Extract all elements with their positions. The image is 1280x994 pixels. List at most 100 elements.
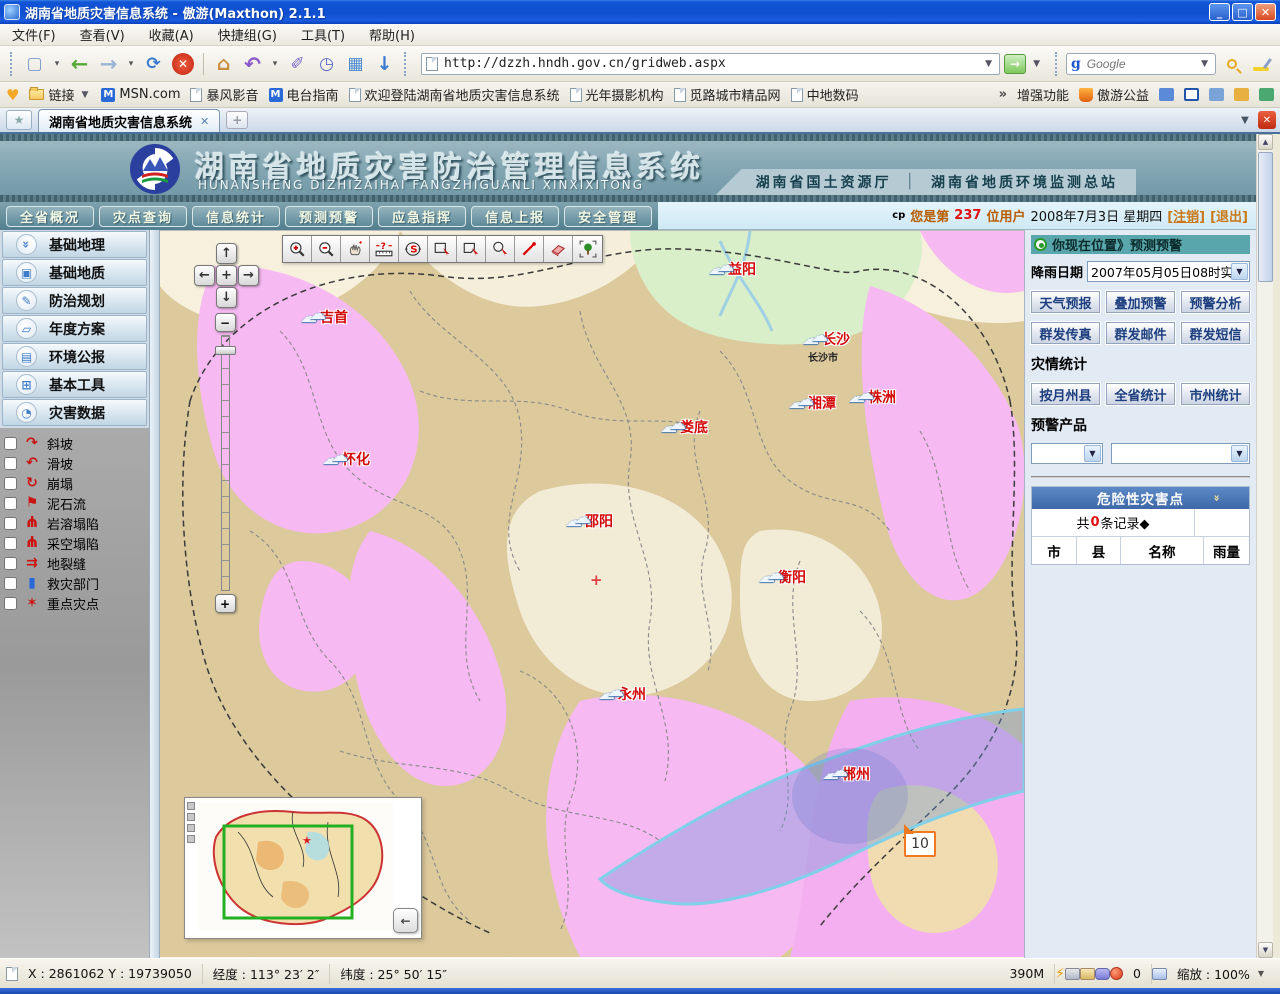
mass-email-button[interactable]: 群发邮件 (1106, 322, 1175, 344)
bookmark-item[interactable]: M电台指南 (269, 85, 339, 104)
new-tab-button[interactable]: + (226, 111, 248, 129)
zoom-track[interactable] (221, 335, 230, 591)
history-clock-icon[interactable]: ◷ (313, 50, 340, 77)
nav-tab-forecast[interactable]: 预测预警 (285, 206, 373, 227)
maximize-button[interactable]: □ (1232, 3, 1253, 21)
pen-plugin-icon[interactable] (1234, 88, 1249, 101)
city-stats-button[interactable]: 市州统计 (1181, 383, 1250, 405)
filter-icon[interactable] (1095, 968, 1110, 980)
history-dropdown-icon[interactable]: ▾ (124, 50, 138, 77)
select-polygon-icon[interactable] (457, 236, 486, 262)
go-button[interactable]: → (1004, 54, 1026, 74)
warning-analysis-button[interactable]: 预警分析 (1181, 291, 1250, 313)
sidebar-item-base-geography[interactable]: »基础地理 (2, 231, 147, 258)
measure-icon[interactable]: ? (370, 236, 399, 262)
city-marker-zhuzhou[interactable]: ☁☁株洲 (848, 387, 896, 407)
menu-groups[interactable]: 快捷组(G) (206, 23, 289, 46)
chevron-down-icon[interactable]: ▼ (1231, 445, 1248, 462)
search-icon[interactable] (1218, 50, 1245, 77)
nav-tab-overview[interactable]: 全省概况 (6, 206, 94, 227)
layer-collapse-checkbox[interactable] (4, 477, 17, 490)
layer-landslide[interactable]: ↶滑坡 (4, 453, 149, 473)
new-page-dropdown-icon[interactable]: ▾ (50, 50, 64, 77)
address-dropdown-icon[interactable]: ▼ (982, 59, 995, 69)
proxy-icon[interactable] (1065, 968, 1080, 980)
rain-date-select[interactable]: 2007年05月05日08时实况▼ (1087, 261, 1250, 282)
addon-charity[interactable]: 傲游公益 (1079, 85, 1149, 104)
pan-center-button[interactable]: + (216, 265, 237, 286)
nav-tab-query[interactable]: 灾点查询 (99, 206, 187, 227)
favorites-heart-icon[interactable]: ♥ (6, 86, 19, 104)
window-tiles-icon[interactable]: ▦ (342, 50, 369, 77)
addon-enhance[interactable]: 增强功能 (1017, 85, 1069, 104)
skin-plugin-icon[interactable] (1259, 88, 1274, 101)
link-geo-monitoring[interactable]: 湖南省地质环境监测总站 (931, 172, 1118, 192)
zoom-out-icon[interactable] (312, 236, 341, 262)
link-land-resources[interactable]: 湖南省国土资源厅 (756, 172, 892, 192)
city-marker-yiyang[interactable]: ☁☁益阳 (708, 259, 756, 279)
layer-mining-collapse-checkbox[interactable] (4, 537, 17, 550)
city-marker-changsha[interactable]: ☁☁长沙 (802, 329, 850, 349)
new-window-icon[interactable] (1080, 968, 1095, 980)
close-button[interactable]: ✕ (1255, 3, 1276, 21)
collapse-chevrons-icon[interactable]: » (1210, 494, 1223, 502)
city-marker-shaoyang[interactable]: ☁☁邵阳 (565, 511, 613, 531)
province-stats-button[interactable]: 全省统计 (1106, 383, 1175, 405)
stop-icon[interactable]: ✕ (172, 53, 194, 75)
layer-karst-collapse-checkbox[interactable] (4, 517, 17, 530)
search-dropdown-icon[interactable]: ▼ (1198, 59, 1211, 69)
close-tab-button[interactable]: ✕ (1258, 111, 1276, 129)
sidebar-item-prevention-plan[interactable]: ✎防治规划 (2, 287, 147, 314)
scrollbar-thumb[interactable] (1258, 152, 1273, 282)
layer-ground-fissure[interactable]: ⇉地裂缝 (4, 553, 149, 573)
tab-close-icon[interactable]: ✕ (200, 115, 209, 128)
pan-hand-icon[interactable] (341, 236, 370, 262)
select-circle-icon[interactable] (486, 236, 515, 262)
zoom-handle[interactable] (215, 346, 236, 355)
city-marker-yongzhou[interactable]: ☁☁永州 (598, 684, 646, 704)
eraser-icon[interactable] (544, 236, 573, 262)
resize-icon[interactable] (1152, 968, 1167, 980)
redline-icon[interactable] (515, 236, 544, 262)
city-marker-loudi[interactable]: ☁☁娄底 (660, 417, 708, 437)
forward-icon[interactable]: → (95, 50, 122, 77)
zoom-plus-button[interactable]: + (215, 594, 236, 613)
scroll-down-icon[interactable]: ▼ (1258, 942, 1273, 958)
address-bar[interactable]: ▼ (421, 53, 1000, 75)
sidebar-item-basic-tools[interactable]: ⊞基本工具 (2, 371, 147, 398)
bookmark-item[interactable]: 中地数码 (791, 85, 859, 104)
menu-favorites[interactable]: 收藏(A) (137, 23, 206, 46)
pan-left-button[interactable]: ← (194, 265, 215, 286)
select-rect-icon[interactable] (428, 236, 457, 262)
undo-icon[interactable]: ↶ (239, 50, 266, 77)
boost-lightning-icon[interactable]: ⚡ (1055, 966, 1065, 982)
scale-icon[interactable]: S (399, 236, 428, 262)
full-extent-tree-icon[interactable] (573, 236, 602, 262)
minimap-tool-buttons[interactable] (187, 802, 195, 843)
zoom-minus-button[interactable]: − (215, 313, 236, 332)
nav-tab-stats[interactable]: 信息统计 (192, 206, 280, 227)
bookmark-msn[interactable]: MMSN.com (101, 87, 180, 102)
zoom-in-icon[interactable] (283, 236, 312, 262)
nav-tab-security[interactable]: 安全管理 (564, 206, 652, 227)
monthly-county-button[interactable]: 按月州县 (1031, 383, 1100, 405)
search-input[interactable] (1085, 56, 1194, 72)
pan-up-button[interactable]: ↑ (216, 243, 237, 264)
overlay-warning-button[interactable]: 叠加预警 (1106, 291, 1175, 313)
undo-dropdown-icon[interactable]: ▾ (268, 50, 282, 77)
city-marker-chenzhou[interactable]: ☁☁郴州 (822, 764, 870, 784)
layer-karst-collapse[interactable]: ψ岩溶塌陷 (4, 513, 149, 533)
popup-blocker-icon[interactable] (1110, 967, 1123, 980)
exit-link[interactable]: [退出] (1210, 206, 1248, 225)
product-type-select[interactable]: ▼ (1031, 443, 1103, 464)
refresh-icon[interactable]: ⟳ (140, 50, 167, 77)
dangerous-points-header[interactable]: 危险性灾害点 » (1032, 487, 1249, 509)
panel-splitter[interactable] (150, 230, 160, 958)
mass-sms-button[interactable]: 群发短信 (1181, 322, 1250, 344)
nav-tab-report[interactable]: 信息上报 (471, 206, 559, 227)
user-plugin-icon[interactable] (1159, 88, 1174, 101)
tab-star-icon[interactable]: ★ (6, 110, 32, 130)
layer-key-points-checkbox[interactable] (4, 597, 17, 610)
pan-down-button[interactable]: ↓ (216, 287, 237, 308)
layer-rescue-dept-checkbox[interactable] (4, 577, 17, 590)
